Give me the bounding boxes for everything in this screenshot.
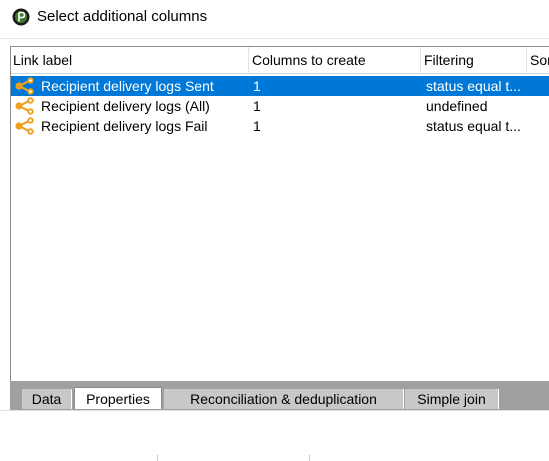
tab-data[interactable]: Data [22, 389, 72, 409]
resize-tick [157, 455, 158, 461]
row-filtering: status equal t... [426, 78, 521, 94]
table-row[interactable]: Recipient delivery logs (All) 1 undefine… [11, 96, 549, 116]
tab-reconciliation-deduplication[interactable]: Reconciliation & deduplication [164, 389, 404, 409]
app-logo-icon [12, 8, 30, 26]
window-title: Select additional columns [37, 8, 208, 25]
resize-tick [309, 455, 310, 461]
grid-header: Link label Columns to create Filtering S… [11, 47, 549, 74]
tab-properties[interactable]: Properties [74, 387, 162, 409]
row-link-label: Recipient delivery logs Sent [41, 78, 214, 94]
column-header-sort[interactable]: Sor [527, 47, 549, 73]
column-header-link-label[interactable]: Link label [11, 47, 249, 73]
column-header-filtering[interactable]: Filtering [421, 47, 527, 73]
title-bar: Select additional columns [0, 0, 549, 34]
link-icon [15, 117, 34, 135]
row-link-label: Recipient delivery logs Fail [41, 118, 208, 134]
table-row[interactable]: Recipient delivery logs Fail 1 status eq… [11, 116, 549, 136]
row-filtering: status equal t... [426, 118, 521, 134]
table-row[interactable]: Recipient delivery logs Sent 1 status eq… [11, 76, 549, 96]
row-columns-count: 1 [253, 98, 261, 114]
row-columns-count: 1 [253, 118, 261, 134]
tab-simple-join[interactable]: Simple join [405, 389, 499, 409]
row-link-label: Recipient delivery logs (All) [41, 98, 210, 114]
links-grid[interactable]: Link label Columns to create Filtering S… [10, 46, 549, 382]
column-header-columns-to-create[interactable]: Columns to create [249, 47, 421, 73]
link-icon [15, 77, 34, 95]
row-columns-count: 1 [253, 78, 261, 94]
panel-divider [0, 410, 549, 411]
row-filtering: undefined [426, 98, 488, 114]
tab-bar: Data Properties Reconciliation & dedupli… [10, 387, 549, 411]
link-icon [15, 97, 34, 115]
title-divider [0, 38, 549, 39]
